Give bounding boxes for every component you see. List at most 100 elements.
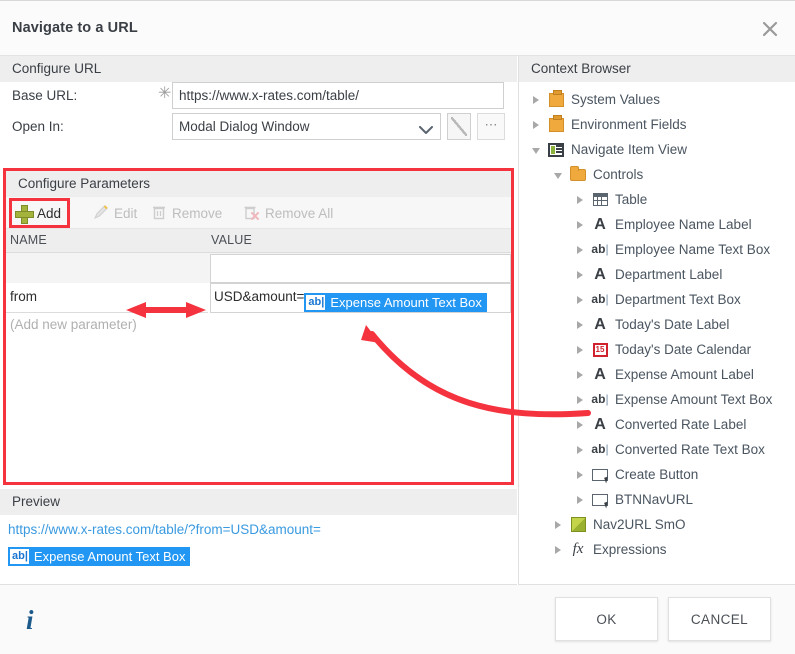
column-header-name: NAME (10, 233, 47, 247)
textbox-token-icon: ab| (10, 549, 29, 564)
url-form: Base URL: ✳ Open In: Modal Dialog Window… (0, 82, 517, 144)
context-token-badge[interactable]: ab| Expense Amount Text Box (304, 293, 487, 312)
chevron-down-icon[interactable] (549, 170, 567, 179)
tree-node-expressions[interactable]: fx Expressions (519, 537, 795, 562)
parameter-name-cell[interactable] (6, 253, 208, 283)
tree-node-environment-fields[interactable]: Environment Fields (519, 112, 795, 137)
chevron-right-icon[interactable] (571, 220, 589, 229)
tree-node-system-values[interactable]: System Values (519, 87, 795, 112)
tree-node-department-text-box[interactable]: ab| Department Text Box (519, 287, 795, 312)
briefcase-icon (548, 114, 564, 132)
trash-all-icon (243, 204, 260, 223)
tree-node-expense-amount-label[interactable]: A Expense Amount Label (519, 362, 795, 387)
configure-url-section-header: Configure URL (0, 56, 517, 82)
grid-icon (592, 193, 608, 206)
add-button[interactable]: Add (9, 198, 71, 228)
parameter-name-cell[interactable]: from (6, 283, 208, 313)
preview-body: https://www.x-rates.com/table/?from=USD&… (0, 515, 517, 585)
open-in-selected-value: Modal Dialog Window (179, 119, 310, 134)
tree-node-nav2url-smo[interactable]: Nav2URL SmO (519, 512, 795, 537)
tree-node-controls[interactable]: Controls (519, 162, 795, 187)
tree-node-label: Nav2URL SmO (593, 517, 686, 532)
label-icon: A (594, 365, 606, 383)
chevron-right-icon[interactable] (571, 420, 589, 429)
tree-node-department-label[interactable]: A Department Label (519, 262, 795, 287)
chevron-right-icon[interactable] (527, 95, 545, 104)
chevron-right-icon[interactable] (571, 245, 589, 254)
parameter-value-cell[interactable]: USD&amount= ab| Expense Amount Text Box (210, 283, 511, 313)
tree-node-label: Today's Date Label (615, 317, 730, 332)
table-row[interactable]: from USD&amount= ab| Expense Amount Text B… (6, 283, 511, 313)
page-title: Navigate to a URL (12, 20, 138, 36)
tree-node-expense-amount-text-box[interactable]: ab| Expense Amount Text Box (519, 387, 795, 412)
preview-url-text: https://www.x-rates.com/table/?from=USD&… (8, 522, 321, 537)
tree-node-label: System Values (571, 92, 661, 107)
more-options-button[interactable]: ⋯ (477, 113, 505, 140)
tree-node-navigate-item-view[interactable]: Navigate Item View (519, 137, 795, 162)
cancel-button[interactable]: CANCEL (668, 597, 771, 641)
tree-node-label: Navigate Item View (571, 142, 688, 157)
pencil-icon (93, 204, 109, 223)
chevron-right-icon[interactable] (571, 470, 589, 479)
tree-node-employee-name-label[interactable]: A Employee Name Label (519, 212, 795, 237)
info-icon[interactable]: i (26, 605, 34, 636)
base-url-label: Base URL: (12, 88, 78, 103)
chevron-right-icon[interactable] (571, 445, 589, 454)
tree-node-converted-rate-label[interactable]: A Converted Rate Label (519, 412, 795, 437)
label-icon: A (594, 415, 606, 433)
tree-node-label: Environment Fields (571, 117, 687, 132)
table-row[interactable] (6, 253, 511, 283)
chevron-right-icon[interactable] (571, 395, 589, 404)
textbox-icon: ab| (591, 442, 609, 456)
chevron-down-icon[interactable] (527, 145, 545, 154)
tree-node-label: Today's Date Calendar (615, 342, 752, 357)
tree-node-btnnavurl[interactable]: BTNNavURL (519, 487, 795, 512)
preview-panel: Preview https://www.x-rates.com/table/?f… (0, 489, 517, 585)
chevron-right-icon[interactable] (549, 545, 567, 554)
tree-node-create-button[interactable]: Create Button (519, 462, 795, 487)
add-button-label: Add (37, 205, 62, 221)
open-in-select[interactable]: Modal Dialog Window (172, 113, 441, 140)
preview-section-header: Preview (0, 489, 517, 515)
chevron-right-icon[interactable] (571, 195, 589, 204)
chevron-right-icon[interactable] (571, 295, 589, 304)
remove-all-button[interactable]: Remove All (238, 201, 338, 225)
close-icon[interactable] (755, 15, 785, 43)
tree-node-today-s-date-calendar[interactable]: 15 Today's Date Calendar (519, 337, 795, 362)
chevron-right-icon[interactable] (571, 270, 589, 279)
tree-node-converted-rate-text-box[interactable]: ab| Converted Rate Text Box (519, 437, 795, 462)
configure-parameters-panel: Configure Parameters Add Edit Remove Rem… (3, 168, 514, 485)
remove-button[interactable]: Remove (146, 201, 227, 225)
navigate-to-url-dialog: Navigate to a URL Configure URL Base URL… (0, 0, 795, 654)
chevron-right-icon[interactable] (571, 495, 589, 504)
remove-all-button-label: Remove All (265, 205, 334, 221)
label-icon: A (594, 315, 606, 333)
context-browser-tree[interactable]: System Values Environment Fields Navigate … (519, 82, 795, 585)
cube-icon (570, 517, 586, 532)
chevron-right-icon[interactable] (571, 320, 589, 329)
base-url-input[interactable] (172, 82, 504, 109)
clear-value-button[interactable] (447, 113, 471, 140)
edit-button-label: Edit (114, 205, 138, 221)
tree-node-label: Expressions (593, 542, 667, 557)
chevron-right-icon[interactable] (571, 345, 589, 354)
open-in-label: Open In: (12, 119, 64, 134)
chevron-right-icon[interactable] (549, 520, 567, 529)
chevron-right-icon[interactable] (527, 120, 545, 129)
preview-token-row: ab| Expense Amount Text Box (8, 543, 191, 566)
remove-button-label: Remove (172, 205, 223, 221)
tree-node-label: Expense Amount Label (615, 367, 754, 382)
edit-button[interactable]: Edit (88, 201, 142, 225)
context-token-badge: ab| Expense Amount Text Box (8, 547, 191, 566)
tree-node-today-s-date-label[interactable]: A Today's Date Label (519, 312, 795, 337)
ok-button[interactable]: OK (555, 597, 658, 641)
parameter-value-cell[interactable] (210, 254, 511, 283)
tree-node-table[interactable]: Table (519, 187, 795, 212)
tree-node-label: Converted Rate Text Box (615, 442, 765, 457)
tree-node-employee-name-text-box[interactable]: ab| Employee Name Text Box (519, 237, 795, 262)
add-new-parameter-hint[interactable]: (Add new parameter) (6, 313, 511, 337)
required-marker-icon: ✳ (158, 85, 172, 102)
chevron-right-icon[interactable] (571, 370, 589, 379)
parameters-table-header: NAME VALUE (6, 229, 511, 253)
button-icon (592, 493, 608, 506)
